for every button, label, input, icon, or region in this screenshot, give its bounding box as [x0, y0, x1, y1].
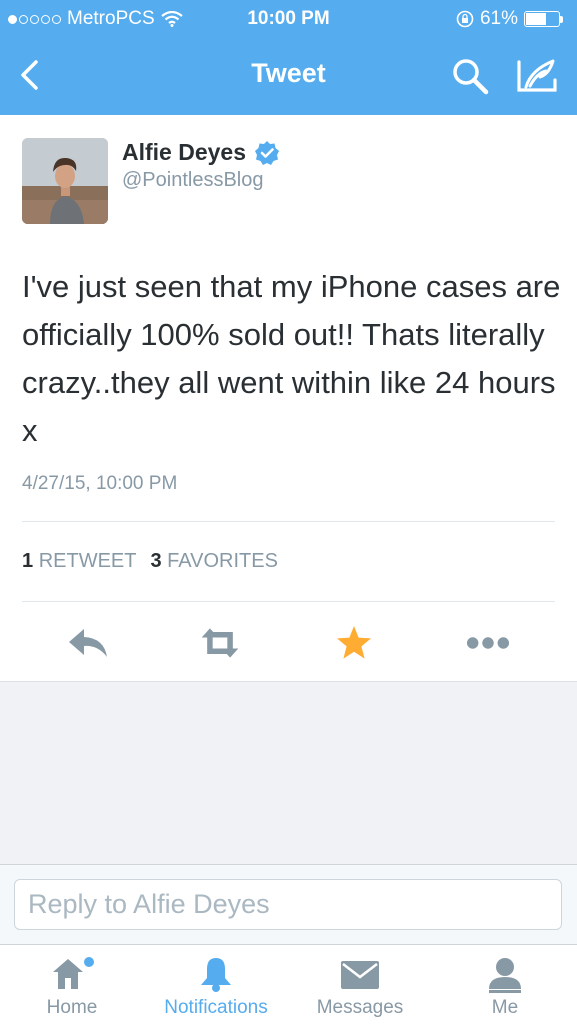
- reply-button[interactable]: [66, 623, 110, 663]
- compose-quill-icon: [517, 59, 557, 92]
- tweet-stats: 1 RETWEET 3 FAVORITES: [22, 550, 278, 573]
- tab-notifications-label: Notifications: [164, 997, 268, 1018]
- reply-input[interactable]: Reply to Alfie Deyes: [14, 879, 562, 930]
- rotation-lock-icon: [456, 10, 474, 28]
- battery-icon: [524, 11, 563, 27]
- more-dots-icon: [466, 637, 510, 649]
- author-handle[interactable]: @PointlessBlog: [122, 169, 263, 192]
- page-title: Tweet: [251, 58, 326, 88]
- avatar[interactable]: [22, 138, 108, 224]
- favorite-count: 3: [150, 550, 162, 572]
- battery-info: 61%: [456, 8, 563, 30]
- tab-notifications[interactable]: Notifications: [151, 953, 281, 1023]
- favorite-button[interactable]: [332, 623, 376, 663]
- more-options-button[interactable]: [466, 623, 510, 663]
- retweet-count: 1: [22, 550, 34, 572]
- compose-tweet-button[interactable]: [515, 56, 559, 96]
- favorite-stat[interactable]: 3 FAVORITES: [150, 550, 277, 573]
- person-icon: [489, 958, 521, 993]
- star-icon: [337, 626, 371, 659]
- tweet-text: I've just seen that my iPhone cases are …: [22, 269, 561, 448]
- divider: [22, 521, 555, 522]
- tab-me[interactable]: Me: [440, 953, 570, 1023]
- tab-bar: Home Notifications Messages Me: [0, 944, 577, 1025]
- search-icon: [453, 59, 489, 95]
- tab-home[interactable]: Home: [7, 953, 137, 1023]
- tab-me-label: Me: [491, 997, 519, 1018]
- divider: [22, 601, 555, 602]
- search-button[interactable]: [450, 56, 490, 96]
- author-name-row: Alfie Deyes: [122, 139, 280, 166]
- retweet-stat[interactable]: 1 RETWEET: [22, 550, 136, 573]
- tab-messages[interactable]: Messages: [295, 953, 425, 1023]
- favorite-label: FAVORITES: [167, 550, 278, 572]
- home-icon: [53, 957, 94, 989]
- status-bar: MetroPCS 10:00 PM 61%: [0, 6, 577, 32]
- retweet-icon: [201, 628, 239, 658]
- tweet-actions: [0, 615, 577, 671]
- verified-badge-icon: [255, 140, 280, 165]
- bell-icon: [201, 958, 231, 992]
- author-name[interactable]: Alfie Deyes: [122, 139, 246, 166]
- retweet-button[interactable]: [198, 623, 242, 663]
- retweet-label: RETWEET: [38, 550, 137, 572]
- tweet-timestamp: 4/27/15, 10:00 PM: [22, 473, 178, 494]
- battery-percent: 61%: [479, 8, 518, 29]
- tweet-detail: Alfie Deyes @PointlessBlog I've just see…: [0, 115, 577, 682]
- reply-bar: Reply to Alfie Deyes: [0, 864, 577, 945]
- envelope-icon: [341, 961, 379, 989]
- reply-icon: [69, 629, 107, 657]
- tab-messages-label: Messages: [316, 997, 404, 1018]
- app-header: MetroPCS 10:00 PM 61% Tweet: [0, 0, 577, 115]
- tab-home-label: Home: [46, 997, 98, 1018]
